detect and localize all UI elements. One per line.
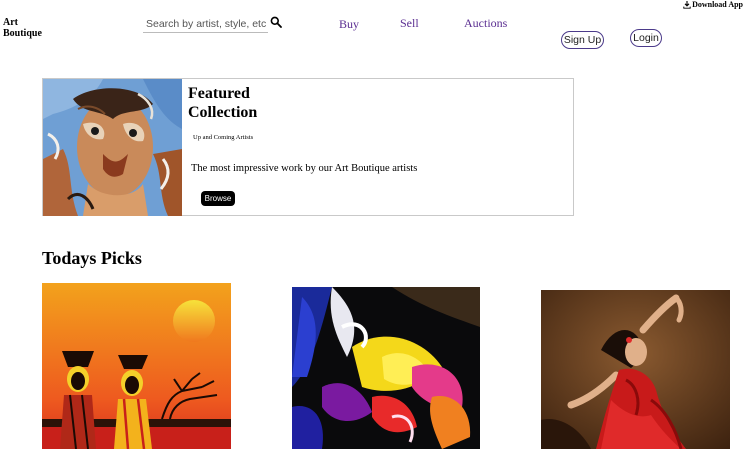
search-box	[143, 14, 268, 33]
pick-artwork-1[interactable]	[42, 283, 231, 449]
pick-artwork-2[interactable]	[292, 287, 480, 449]
todays-picks-title: Todays Picks	[42, 248, 142, 268]
login-button[interactable]: Login	[630, 29, 662, 47]
download-icon	[683, 0, 691, 9]
search-icon	[270, 16, 282, 28]
featured-artwork-image[interactable]	[43, 79, 182, 216]
nav-sell[interactable]: Sell	[400, 16, 419, 31]
download-app-label: Download App	[692, 0, 743, 9]
signup-button[interactable]: Sign Up	[561, 31, 604, 49]
nav-buy[interactable]: Buy	[339, 17, 359, 32]
featured-subtitle: Up and Coming Artists	[193, 134, 254, 141]
logo-line-2: Boutique	[3, 28, 42, 39]
browse-button[interactable]: Browse	[201, 191, 235, 206]
featured-collection-card: Featured Collection Up and Coming Artist…	[42, 78, 574, 216]
search-button[interactable]	[270, 15, 282, 28]
download-app-link[interactable]: Download App	[683, 0, 743, 9]
nav-auctions[interactable]: Auctions	[464, 16, 507, 31]
featured-description: The most impressive work by our Art Bout…	[191, 163, 418, 174]
search-input[interactable]	[143, 16, 268, 32]
pick-artwork-3[interactable]	[541, 290, 730, 449]
site-logo[interactable]: Art Boutique	[3, 17, 42, 39]
logo-line-1: Art	[3, 17, 18, 28]
featured-title: Featured Collection	[188, 85, 258, 121]
